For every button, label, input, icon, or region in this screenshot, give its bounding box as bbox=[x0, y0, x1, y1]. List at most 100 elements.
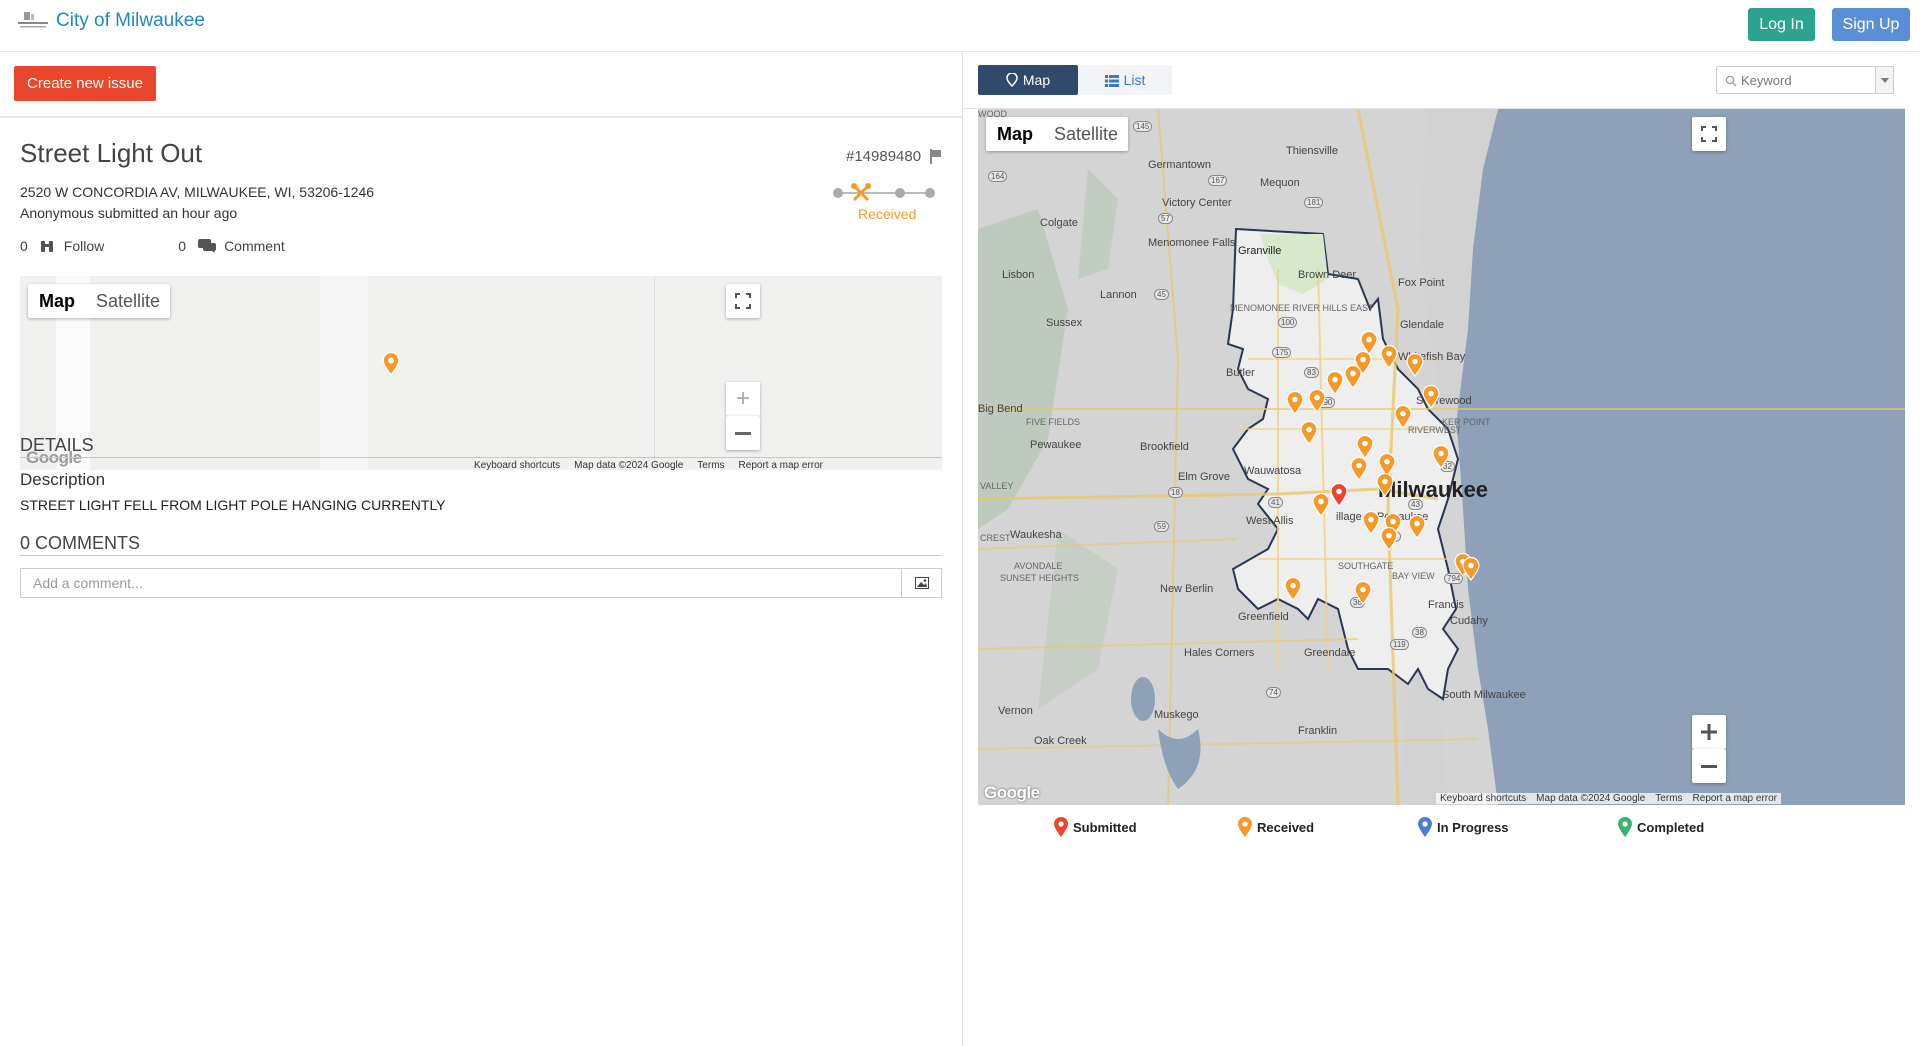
issue-location-pin[interactable] bbox=[382, 351, 400, 381]
place-label: Lannon bbox=[1100, 289, 1137, 301]
description-text: STREET LIGHT FELL FROM LIGHT POLE HANGIN… bbox=[20, 497, 446, 513]
place-label: West Allis bbox=[1246, 515, 1294, 527]
issue-pin[interactable] bbox=[1406, 352, 1424, 382]
keyword-input[interactable] bbox=[1737, 72, 1875, 88]
issue-pin[interactable] bbox=[1300, 420, 1318, 450]
zoom-in-icon[interactable]: + bbox=[726, 382, 760, 416]
fullscreen-icon[interactable] bbox=[1692, 117, 1726, 151]
city-seal-logo bbox=[16, 10, 50, 32]
issue-pin[interactable] bbox=[1432, 444, 1450, 474]
binoculars-icon[interactable] bbox=[40, 240, 54, 253]
place-label: Oak Creek bbox=[1034, 735, 1087, 747]
map-footer: Keyboard shortcuts Map data ©2024 Google… bbox=[1436, 793, 1782, 804]
issue-pin[interactable] bbox=[1286, 390, 1304, 420]
legend-submitted: Submitted bbox=[1053, 816, 1137, 838]
zoom-out-icon[interactable] bbox=[1692, 749, 1726, 783]
keyboard-shortcuts-link[interactable]: Keyboard shortcuts bbox=[474, 460, 560, 470]
tab-list[interactable]: List bbox=[1078, 65, 1172, 95]
comment-input[interactable] bbox=[21, 569, 901, 597]
issues-map[interactable]: Germantown Thiensville Mequon Victory Cente… bbox=[978, 109, 1905, 805]
zoom-in-icon[interactable] bbox=[1692, 715, 1726, 749]
place-label: SOUTHGATE bbox=[1338, 561, 1394, 571]
legend-completed: Completed bbox=[1617, 816, 1704, 838]
place-label: SUNSET HEIGHTS bbox=[1000, 573, 1079, 583]
zoom-out-icon[interactable] bbox=[726, 416, 760, 450]
highway-shield: 181 bbox=[1304, 197, 1324, 208]
highway-shield: 41 bbox=[1268, 497, 1283, 508]
issue-pin[interactable] bbox=[1284, 576, 1302, 606]
issue-pin[interactable] bbox=[1354, 580, 1372, 610]
highway-shield: 57 bbox=[1158, 213, 1173, 224]
report-error-link[interactable]: Report a map error bbox=[1693, 793, 1777, 804]
place-label: Colgate bbox=[1040, 217, 1078, 229]
status-dot-in-progress bbox=[895, 188, 905, 198]
terms-link[interactable]: Terms bbox=[697, 460, 724, 470]
legend-label: In Progress bbox=[1437, 819, 1509, 835]
issue-pin[interactable] bbox=[1350, 456, 1368, 486]
issue-pin[interactable] bbox=[1422, 384, 1440, 414]
follow-count: 0 bbox=[20, 238, 28, 254]
brand[interactable]: City of Milwaukee bbox=[16, 10, 205, 32]
highway-shield: 175 bbox=[1272, 347, 1292, 358]
place-label: Glendale bbox=[1400, 319, 1445, 331]
comment-link[interactable]: Comment bbox=[224, 238, 285, 254]
place-label: New Berlin bbox=[1160, 583, 1214, 595]
issue-pin[interactable] bbox=[1330, 482, 1348, 512]
place-label: Germantown bbox=[1148, 159, 1211, 171]
top-bar: City of Milwaukee Log In Sign Up bbox=[0, 0, 1920, 52]
place-label: Brookfield bbox=[1140, 441, 1189, 453]
divider bbox=[0, 116, 962, 118]
place-label: MENOMONEE RIVER HILLS EAST bbox=[1230, 303, 1374, 313]
issue-pin[interactable] bbox=[1376, 472, 1394, 502]
tab-list-label: List bbox=[1123, 72, 1146, 88]
issue-pin[interactable] bbox=[1380, 526, 1398, 556]
place-label: Waukesha bbox=[1010, 529, 1062, 541]
place-label: Wauwatosa bbox=[1244, 465, 1302, 477]
status-dot-submitted bbox=[833, 188, 843, 198]
list-icon bbox=[1104, 74, 1119, 87]
brand-title[interactable]: City of Milwaukee bbox=[56, 10, 205, 32]
issue-pin[interactable] bbox=[1394, 404, 1412, 434]
place-label: Sussex bbox=[1046, 317, 1083, 329]
issue-id-text: #14989480 bbox=[846, 148, 922, 165]
follow-link[interactable]: Follow bbox=[64, 238, 104, 254]
legend-label: Received bbox=[1257, 819, 1315, 835]
highway-shield: 18 bbox=[1168, 487, 1183, 498]
highway-shield: 167 bbox=[1208, 175, 1228, 186]
login-button[interactable]: Log In bbox=[1748, 8, 1815, 41]
terms-link[interactable]: Terms bbox=[1655, 793, 1682, 804]
highway-shield: 45 bbox=[1154, 289, 1169, 300]
issue-pin[interactable] bbox=[1362, 510, 1380, 540]
issue-pin[interactable] bbox=[1408, 514, 1426, 544]
flag-icon[interactable] bbox=[929, 149, 942, 164]
issue-pin[interactable] bbox=[1462, 556, 1480, 586]
map-type-satellite[interactable]: Satellite bbox=[86, 284, 170, 318]
place-label: Vernon bbox=[998, 705, 1033, 717]
attach-image-icon[interactable] bbox=[901, 569, 941, 597]
issue-pin[interactable] bbox=[1308, 388, 1326, 418]
issue-pin[interactable] bbox=[1344, 364, 1362, 394]
place-label: Victory Center bbox=[1162, 197, 1232, 209]
map-type-map[interactable]: Map bbox=[986, 117, 1044, 151]
issue-pin[interactable] bbox=[1326, 370, 1344, 400]
tab-map[interactable]: Map bbox=[978, 65, 1078, 95]
issue-id: #14989480 bbox=[846, 148, 942, 165]
issue-pin[interactable] bbox=[1312, 492, 1330, 522]
issue-pin[interactable] bbox=[1380, 344, 1398, 374]
create-issue-button[interactable]: Create new issue bbox=[14, 66, 156, 101]
chevron-down-icon[interactable] bbox=[1875, 67, 1893, 93]
place-label: CREST bbox=[980, 533, 1011, 543]
map-type-toggle: Map Satellite bbox=[28, 284, 170, 318]
issue-location-map[interactable]: Map Satellite + Google Keyboard shortcut… bbox=[20, 276, 942, 470]
place-label: AVONDALE bbox=[1014, 561, 1063, 571]
comment-icon[interactable] bbox=[198, 239, 217, 253]
signup-button[interactable]: Sign Up bbox=[1832, 8, 1910, 41]
highway-shield: 83 bbox=[1304, 367, 1319, 378]
fullscreen-icon[interactable] bbox=[726, 284, 760, 318]
legend-label: Completed bbox=[1637, 819, 1705, 835]
report-error-link[interactable]: Report a map error bbox=[739, 460, 823, 470]
highway-shield: 74 bbox=[1266, 687, 1281, 698]
keyboard-shortcuts-link[interactable]: Keyboard shortcuts bbox=[1440, 793, 1526, 804]
map-type-map[interactable]: Map bbox=[28, 284, 86, 318]
map-type-satellite[interactable]: Satellite bbox=[1044, 117, 1128, 151]
